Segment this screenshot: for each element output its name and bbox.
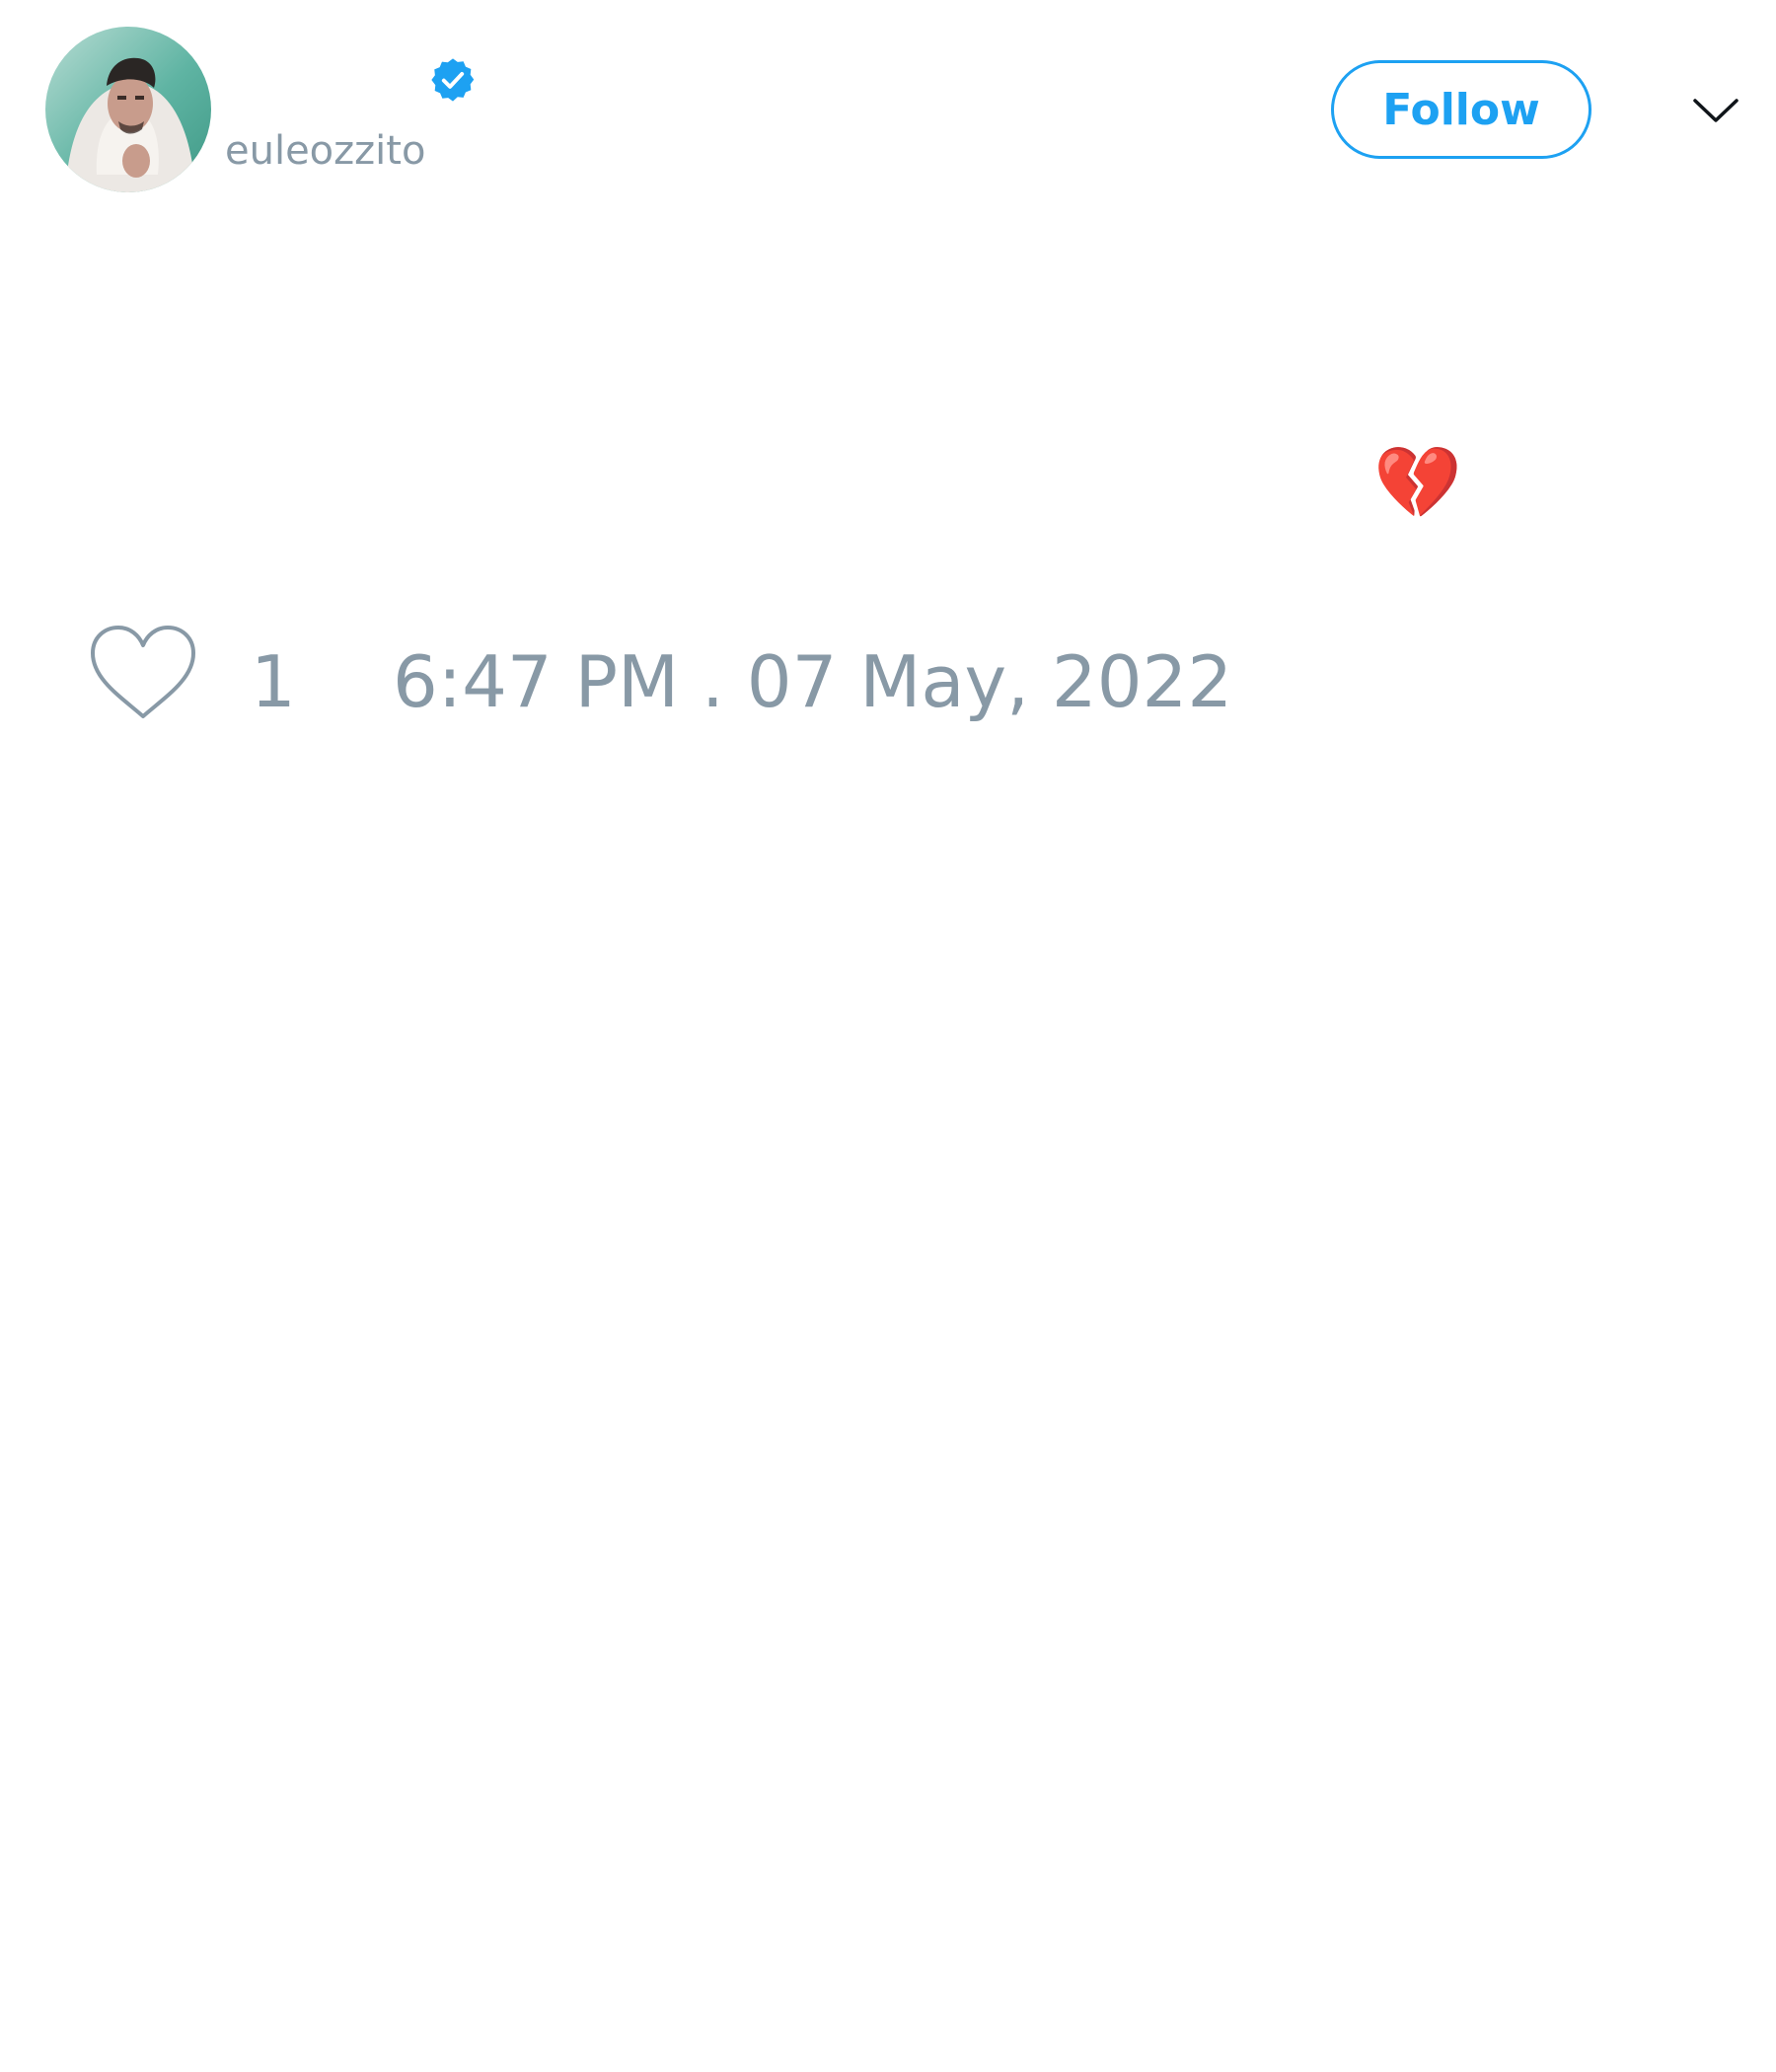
tweet-text: 💔 [1373,441,1462,524]
tweet-body: 💔 [89,434,1687,533]
like-count: 1 [251,640,296,723]
heart-icon [91,626,195,718]
tweet-timestamp[interactable]: 6:47 PM . 07 May, 2022 [393,641,1232,722]
like-button[interactable] [87,622,199,730]
avatar[interactable] [45,27,211,192]
avatar-image [45,27,211,192]
tweet-header: euleozzito Follow [0,0,1776,217]
verified-badge-icon [431,58,475,102]
author-handle[interactable]: euleozzito [225,126,425,176]
chevron-down-icon[interactable] [1691,89,1740,128]
tweet-footer: 1 6:47 PM . 07 May, 2022 [0,622,1776,730]
follow-button[interactable]: Follow [1331,60,1591,159]
